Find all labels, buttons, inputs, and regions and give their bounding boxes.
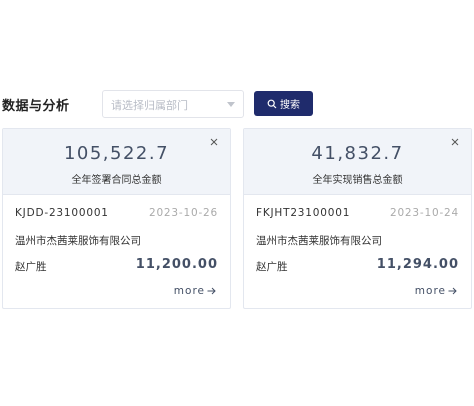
more-label: more [414,285,446,297]
record-detail: 赵广胜 11,200.00 [15,257,218,273]
total-amount-label: 全年实现销售总金额 [312,175,403,186]
company-name: 温州市杰茜莱服饰有限公司 [256,235,382,247]
record-date: 2023-10-24 [389,207,459,219]
card-header: 105,522.7 全年签署合同总金额 [3,129,230,195]
close-icon[interactable] [449,136,461,148]
record-meta: FKJHT23100001 2023-10-24 [256,207,459,221]
more-link[interactable]: more [415,285,457,297]
record-date: 2023-10-26 [148,207,218,219]
person-name: 赵广胜 [256,261,288,273]
more-label: more [173,285,205,297]
card-header: 41,832.7 全年实现销售总金额 [244,129,471,195]
search-icon [267,99,277,108]
person-name: 赵广胜 [15,261,47,273]
contract-summary-card: 105,522.7 全年签署合同总金额 KJDD-23100001 2023-1… [2,128,231,309]
record-amount: 11,200.00 [135,257,218,272]
search-button-label: 搜索 [280,100,300,111]
record-code: FKJHT23100001 [256,207,351,219]
arrow-right-icon [448,287,457,295]
record-code: KJDD-23100001 [15,207,109,219]
more-link[interactable]: more [174,285,216,297]
record-detail: 赵广胜 11,294.00 [256,257,459,273]
total-amount: 105,522.7 [63,143,170,164]
select-placeholder: 请选择归属部门 [111,99,188,112]
close-icon[interactable] [208,136,220,148]
department-select[interactable]: 请选择归属部门 [102,90,244,118]
record-amount: 11,294.00 [376,257,459,272]
record-meta: KJDD-23100001 2023-10-26 [15,207,218,221]
total-amount-label: 全年签署合同总金额 [71,175,162,186]
search-button[interactable]: 搜索 [254,91,313,116]
toolbar: 数据与分析 请选择归属部门 搜索 [2,90,472,118]
chevron-down-icon [227,102,235,107]
sales-summary-card: 41,832.7 全年实现销售总金额 FKJHT23100001 2023-10… [243,128,472,309]
total-amount: 41,832.7 [311,143,404,164]
arrow-right-icon [207,287,216,295]
section-title: 数据与分析 [2,99,70,114]
company-name: 温州市杰茜莱服饰有限公司 [15,235,141,247]
